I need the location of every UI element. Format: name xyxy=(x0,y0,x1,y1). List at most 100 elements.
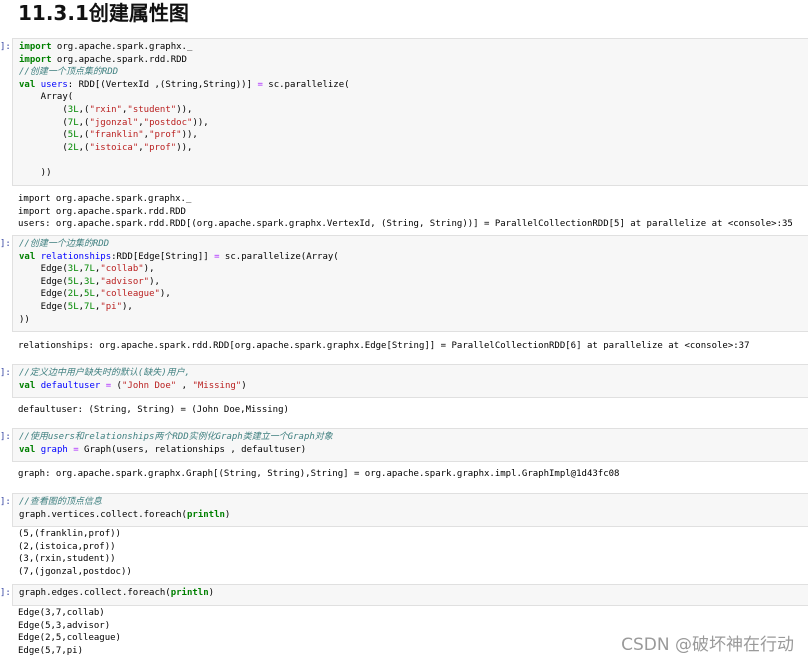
code-token: 3L xyxy=(67,264,79,275)
code-token: "istoica" xyxy=(89,142,139,153)
code-cell[interactable]: //使用users和relationships两个RDD实例化Graph类建立一… xyxy=(12,428,808,463)
code-cell[interactable]: graph.edges.collect.foreach(println) xyxy=(12,584,808,606)
code-token: "rxin" xyxy=(89,104,122,115)
code-token: ), xyxy=(149,276,160,287)
code-token: println xyxy=(186,509,225,520)
code-line: import org.apache.spark.rdd.RDD xyxy=(19,54,808,67)
code-token: import xyxy=(19,54,52,65)
code-token: )), xyxy=(176,104,193,115)
output-line: (5,(franklin,prof)) xyxy=(18,529,121,539)
code-token: "postdoc" xyxy=(143,117,193,128)
code-token: sc.parallelize( xyxy=(262,79,350,90)
code-cell[interactable]: import org.apache.spark.graphx._ import o… xyxy=(12,38,808,186)
section-title: 11.3.1创建属性图 xyxy=(18,1,189,25)
cell-prompt: ]: xyxy=(0,42,11,52)
code-token: "Missing" xyxy=(192,380,242,391)
code-token: "advisor" xyxy=(100,276,150,287)
code-token: 2L xyxy=(67,142,79,153)
code-token: relationships xyxy=(40,251,112,262)
code-token: //创建一个顶点集的RDD xyxy=(19,67,119,78)
code-line: Edge(3L,7L,"collab"), xyxy=(19,263,808,276)
code-line: (5L,("franklin","prof")), xyxy=(19,129,808,142)
code-token: graph xyxy=(40,444,68,455)
code-cell[interactable]: //创建一个边集的RDD val relationships:RDD[Edge[S… xyxy=(12,235,808,333)
code-cell[interactable]: //定义边中用户缺失时的默认(缺失)用户, val defaultuser = (… xyxy=(12,364,808,399)
code-cell[interactable]: //查看图的顶点信息 graph.vertices.collect.foreach… xyxy=(12,493,808,528)
code-line: val defaultuser = ("John Doe" , "Missing… xyxy=(19,380,808,393)
code-token: graph.edges.collect.foreach( xyxy=(19,588,171,598)
code-token: "pi" xyxy=(100,301,122,312)
code-line: val users: RDD[(VertexId ,(String,String… xyxy=(19,79,808,92)
code-line: Edge(5L,3L,"advisor"), xyxy=(19,276,808,289)
code-token: defaultuser xyxy=(40,380,101,391)
output-line: (7,(jgonzal,postdoc)) xyxy=(18,566,132,577)
cell-prompt: ]: xyxy=(0,497,11,507)
code-token: sc.parallelize(Array( xyxy=(219,251,339,262)
code-token: "jgonzal" xyxy=(89,117,139,128)
code-token: 5L xyxy=(84,289,95,300)
code-line: //查看图的顶点信息 xyxy=(19,496,808,509)
code-token: ( xyxy=(111,380,122,391)
code-token: //创建一个边集的RDD xyxy=(19,239,110,249)
code-token: users xyxy=(40,79,68,90)
code-line: graph.edges.collect.foreach(println) xyxy=(19,587,808,600)
code-line: //创建一个顶点集的RDD xyxy=(19,66,808,79)
code-token: //定义边中用户缺失时的默认(缺失)用户, xyxy=(19,368,191,378)
code-token: Edge( xyxy=(19,276,68,287)
code-token: ), xyxy=(159,289,171,300)
code-token: "prof" xyxy=(143,142,177,153)
code-token: ,( xyxy=(78,104,90,115)
code-token: )), xyxy=(181,130,198,141)
code-token: println xyxy=(170,588,209,598)
code-token: )) xyxy=(19,167,52,178)
code-token: val xyxy=(19,380,36,391)
code-token: ), xyxy=(143,264,155,275)
code-token: org.apache.spark.graphx._ xyxy=(51,42,193,52)
code-token: ) xyxy=(224,509,231,520)
code-line: (2L,("istoica","prof")), xyxy=(19,142,808,155)
code-token: )), xyxy=(192,117,209,128)
code-line: val graph = Graph(users, relationships ,… xyxy=(19,444,808,457)
code-line: Edge(5L,7L,"pi"), xyxy=(19,301,808,314)
code-line: )) xyxy=(19,314,808,327)
code-token: ), xyxy=(122,301,133,312)
code-token: Edge( xyxy=(19,289,68,300)
code-token: Graph(users, relationships , defaultuser… xyxy=(78,444,307,455)
code-line: import org.apache.spark.graphx._ xyxy=(19,41,808,54)
output-line: Edge(3,7,collab) xyxy=(18,608,105,618)
code-token: "collab" xyxy=(100,264,144,275)
cell-output: graph: org.apache.spark.graphx.Graph[(St… xyxy=(18,468,808,481)
code-line: val relationships:RDD[Edge[String]] = sc… xyxy=(19,251,808,264)
cell-output: defaultuser: (String, String) = (John Do… xyxy=(18,404,808,417)
code-line: Edge(2L,5L,"colleague"), xyxy=(19,288,808,301)
code-token: : RDD[(VertexId ,(String,String))] xyxy=(67,79,258,90)
cell-prompt: ]: xyxy=(0,239,11,249)
code-token: ,( xyxy=(78,117,90,128)
code-token: ) xyxy=(241,380,247,391)
output-line: defaultuser: (String, String) = (John Do… xyxy=(18,405,289,415)
code-token: "John Doe" xyxy=(121,380,177,391)
code-token: 3L xyxy=(67,104,79,115)
code-token: //查看图的顶点信息 xyxy=(19,497,102,507)
code-token: 7L xyxy=(84,301,95,312)
code-token: ( xyxy=(19,104,68,115)
cell-prompt: ]: xyxy=(0,432,11,442)
code-token: ,( xyxy=(78,130,90,141)
code-token: //使用users和relationships两个RDD实例化Graph类建立一… xyxy=(19,432,333,442)
code-token: ( xyxy=(19,142,68,153)
cell-output: relationships: org.apache.spark.rdd.RDD[… xyxy=(18,340,808,353)
output-line: import org.apache.spark.rdd.RDD xyxy=(18,206,186,217)
code-token: "student" xyxy=(127,104,177,115)
code-token: 2L xyxy=(67,289,79,300)
code-token: import xyxy=(19,42,52,52)
code-token: Edge( xyxy=(19,301,68,312)
cell-output: import org.apache.spark.graphx._ import o… xyxy=(18,193,808,231)
cell-prompt: ]: xyxy=(0,588,11,598)
code-token: ) xyxy=(208,588,215,598)
code-token: graph.vertices.collect.foreach( xyxy=(19,509,187,520)
code-token: "franklin" xyxy=(89,130,144,141)
output-line: relationships: org.apache.spark.rdd.RDD[… xyxy=(18,341,750,351)
code-token: val xyxy=(19,251,36,262)
cell-output: (5,(franklin,prof)) (2,(istoica,prof)) (3,… xyxy=(18,528,808,578)
